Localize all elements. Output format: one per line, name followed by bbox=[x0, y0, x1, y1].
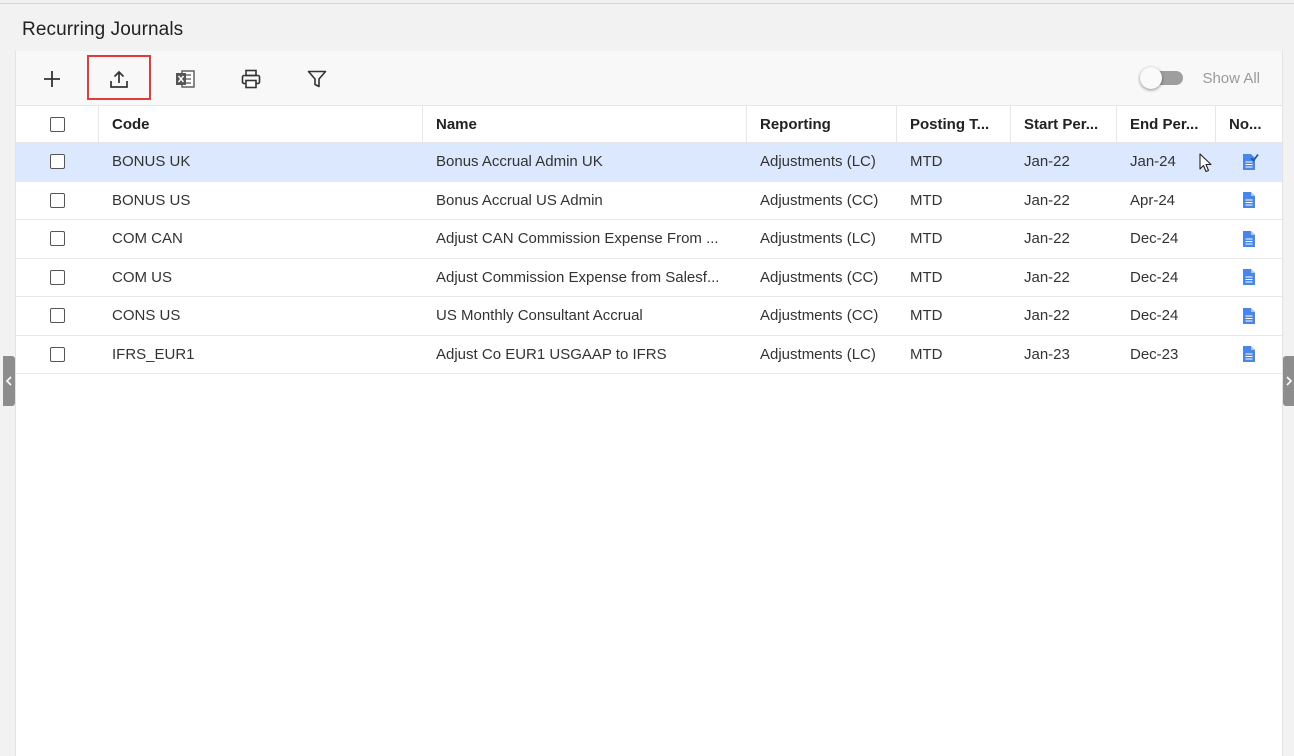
column-header-end-period[interactable]: End Per... bbox=[1117, 106, 1216, 142]
start-period-cell: Jan-23 bbox=[1024, 345, 1070, 363]
note-icon[interactable] bbox=[1241, 267, 1257, 287]
name-cell: Adjust CAN Commission Expense From ... bbox=[436, 230, 719, 248]
add-button[interactable] bbox=[35, 62, 69, 96]
export-excel-button[interactable] bbox=[168, 62, 202, 96]
row-select-cell bbox=[16, 336, 99, 374]
excel-icon bbox=[176, 70, 195, 88]
note-icon[interactable] bbox=[1241, 229, 1257, 249]
posting-type-cell: MTD bbox=[910, 345, 943, 363]
table-row[interactable]: CONS US US Monthly Consultant Accrual Ad… bbox=[16, 297, 1282, 336]
end-period-cell: Dec-24 bbox=[1130, 268, 1179, 286]
note-checked-icon[interactable] bbox=[1241, 152, 1259, 172]
table-row[interactable]: BONUS US Bonus Accrual US Admin Adjustme… bbox=[16, 181, 1282, 220]
posting-type-cell: MTD bbox=[910, 191, 943, 209]
left-panel-toggle[interactable] bbox=[3, 356, 15, 406]
row-checkbox[interactable] bbox=[50, 192, 65, 208]
end-period-cell: Apr-24 bbox=[1130, 191, 1176, 209]
row-checkbox[interactable] bbox=[50, 308, 65, 324]
row-select-cell bbox=[16, 259, 99, 297]
notes-cell bbox=[1216, 259, 1282, 297]
row-checkbox[interactable] bbox=[50, 231, 65, 247]
column-header-posting-type[interactable]: Posting T... bbox=[897, 106, 1011, 142]
code-cell: COM US bbox=[112, 268, 172, 286]
row-select-cell bbox=[16, 220, 99, 258]
reporting-cell: Adjustments (CC) bbox=[760, 307, 879, 325]
select-all-cell bbox=[16, 106, 99, 142]
filter-button[interactable] bbox=[300, 62, 334, 96]
table-row[interactable]: BONUS UK Bonus Accrual Admin UK Adjustme… bbox=[16, 143, 1282, 182]
reporting-cell: Adjustments (LC) bbox=[760, 230, 876, 248]
code-cell: BONUS UK bbox=[112, 153, 191, 171]
posting-type-cell: MTD bbox=[910, 268, 943, 286]
posting-type-cell: MTD bbox=[910, 153, 943, 171]
table-row[interactable]: COM CAN Adjust CAN Commission Expense Fr… bbox=[16, 220, 1282, 259]
printer-icon bbox=[241, 69, 261, 89]
show-all-label: Show All bbox=[1202, 69, 1260, 87]
chevron-right-icon bbox=[1286, 376, 1293, 386]
journals-grid: Code Name Reporting Posting T... Start P… bbox=[16, 105, 1282, 374]
posting-type-cell: MTD bbox=[910, 307, 943, 325]
code-cell: BONUS US bbox=[112, 191, 191, 209]
code-cell: CONS US bbox=[112, 307, 181, 325]
note-icon[interactable] bbox=[1241, 190, 1257, 210]
reporting-cell: Adjustments (CC) bbox=[760, 268, 879, 286]
note-icon[interactable] bbox=[1241, 306, 1257, 326]
row-checkbox[interactable] bbox=[50, 269, 65, 285]
notes-cell bbox=[1216, 336, 1282, 374]
notes-cell bbox=[1216, 143, 1282, 181]
column-header-start-period[interactable]: Start Per... bbox=[1011, 106, 1117, 142]
row-select-cell bbox=[16, 143, 99, 181]
name-cell: Adjust Co EUR1 USGAAP to IFRS bbox=[436, 345, 667, 363]
column-header-name[interactable]: Name bbox=[423, 106, 747, 142]
column-header-code[interactable]: Code bbox=[99, 106, 423, 142]
grid-header: Code Name Reporting Posting T... Start P… bbox=[16, 105, 1282, 143]
chevron-left-icon bbox=[5, 376, 12, 386]
posting-type-cell: MTD bbox=[910, 230, 943, 248]
row-checkbox[interactable] bbox=[50, 346, 65, 362]
column-header-notes[interactable]: No... bbox=[1216, 106, 1282, 142]
name-cell: Bonus Accrual US Admin bbox=[436, 191, 603, 209]
table-row[interactable]: COM US Adjust Commission Expense from Sa… bbox=[16, 258, 1282, 297]
reporting-cell: Adjustments (LC) bbox=[760, 345, 876, 363]
name-cell: Adjust Commission Expense from Salesf... bbox=[436, 268, 720, 286]
right-panel-toggle[interactable] bbox=[1283, 356, 1294, 406]
table-row[interactable]: IFRS_EUR1 Adjust Co EUR1 USGAAP to IFRS … bbox=[16, 335, 1282, 374]
end-period-cell: Dec-23 bbox=[1130, 345, 1179, 363]
start-period-cell: Jan-22 bbox=[1024, 191, 1070, 209]
name-cell: US Monthly Consultant Accrual bbox=[436, 307, 643, 325]
toggle-knob bbox=[1140, 67, 1163, 89]
reporting-cell: Adjustments (LC) bbox=[760, 153, 876, 171]
row-checkbox[interactable] bbox=[50, 154, 65, 170]
notes-cell bbox=[1216, 297, 1282, 335]
name-cell: Bonus Accrual Admin UK bbox=[436, 153, 603, 171]
notes-cell bbox=[1216, 220, 1282, 258]
code-cell: COM CAN bbox=[112, 230, 183, 248]
notes-cell bbox=[1216, 182, 1282, 220]
end-period-cell: Dec-24 bbox=[1130, 307, 1179, 325]
select-all-checkbox[interactable] bbox=[49, 116, 65, 132]
toolbar: Show All bbox=[16, 51, 1282, 105]
show-all-toggle[interactable] bbox=[1140, 67, 1184, 89]
page-title: Recurring Journals bbox=[22, 19, 184, 40]
start-period-cell: Jan-22 bbox=[1024, 268, 1070, 286]
show-all-toggle-group: Show All bbox=[1140, 67, 1260, 89]
row-select-cell bbox=[16, 182, 99, 220]
print-button[interactable] bbox=[234, 62, 268, 96]
column-header-reporting[interactable]: Reporting bbox=[747, 106, 897, 142]
end-period-cell: Dec-24 bbox=[1130, 230, 1179, 248]
note-icon[interactable] bbox=[1241, 344, 1257, 364]
start-period-cell: Jan-22 bbox=[1024, 307, 1070, 325]
top-divider bbox=[0, 3, 1294, 4]
start-period-cell: Jan-22 bbox=[1024, 230, 1070, 248]
code-cell: IFRS_EUR1 bbox=[112, 345, 195, 363]
filter-icon bbox=[307, 70, 327, 88]
start-period-cell: Jan-22 bbox=[1024, 153, 1070, 171]
journals-panel: Show All Code Name Reporting Posting T..… bbox=[15, 51, 1283, 756]
row-select-cell bbox=[16, 297, 99, 335]
mouse-cursor-icon bbox=[1199, 153, 1212, 173]
reporting-cell: Adjustments (CC) bbox=[760, 191, 879, 209]
plus-icon bbox=[44, 71, 60, 87]
upload-button-highlight bbox=[87, 55, 151, 100]
